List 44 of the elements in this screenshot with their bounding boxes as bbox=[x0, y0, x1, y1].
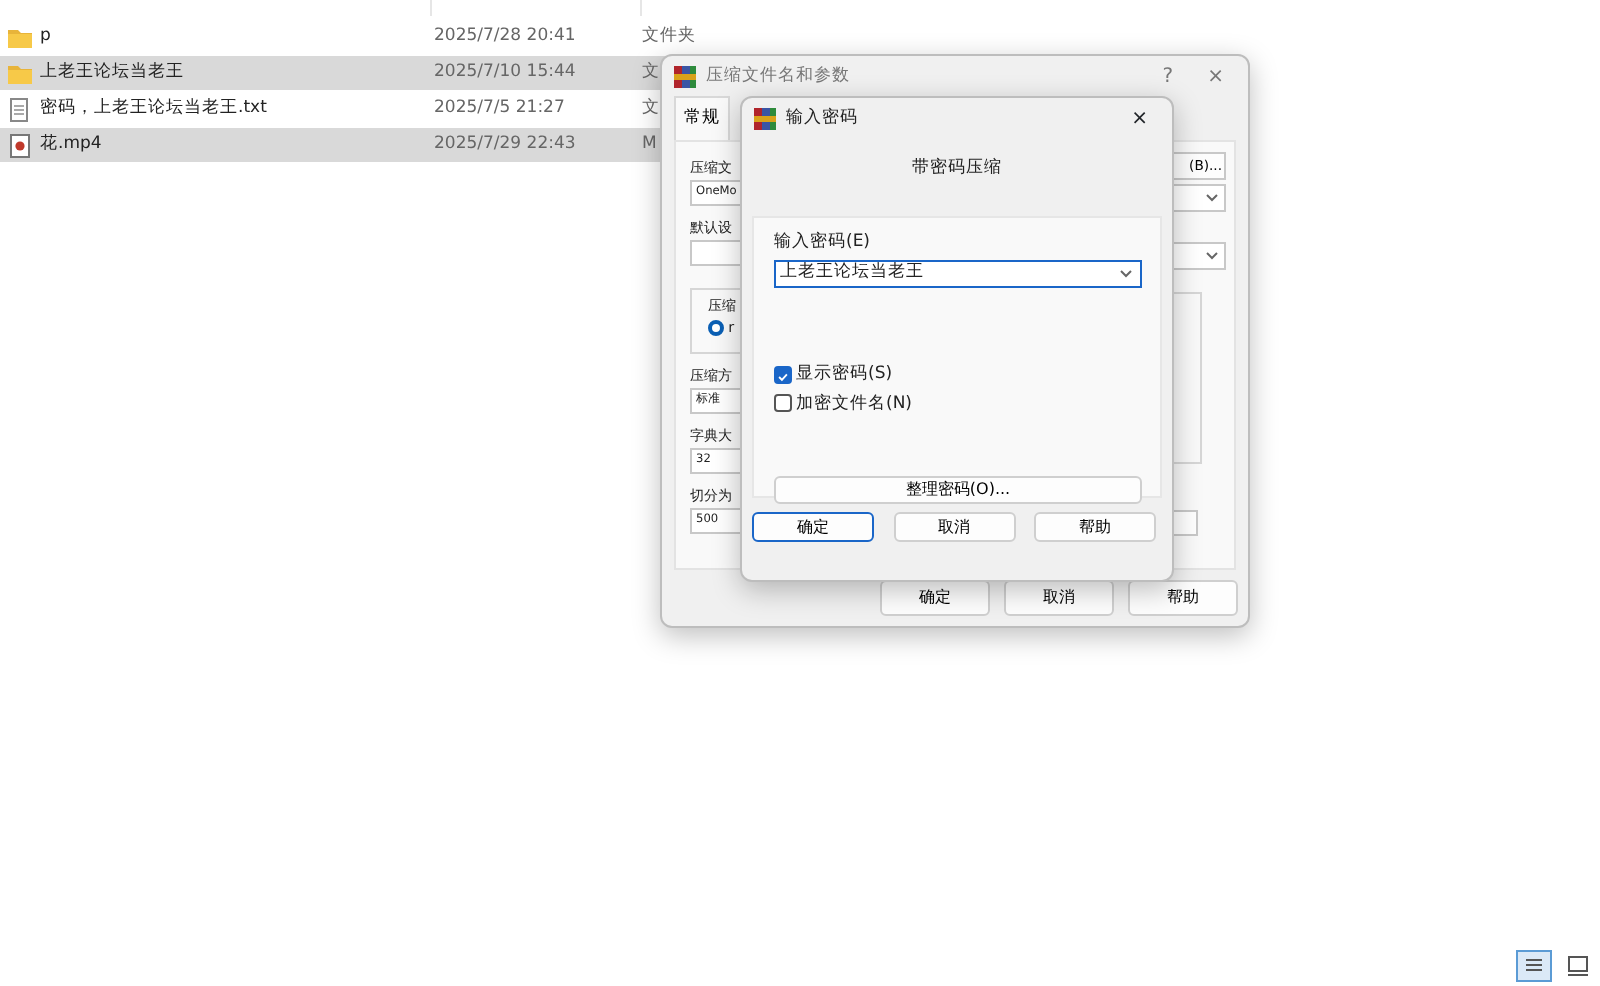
tiles-view-icon bbox=[1566, 954, 1590, 978]
dialog-button[interactable]: 取消 bbox=[893, 512, 1015, 542]
file-date: 2025/7/5 21:27 bbox=[434, 96, 567, 122]
file-name: 花.mp4 bbox=[40, 132, 102, 158]
chevron-icon bbox=[1206, 193, 1218, 202]
file-type: M bbox=[642, 132, 657, 158]
radio-button[interactable] bbox=[708, 319, 724, 336]
manage-passwords-button[interactable]: 整理密码(O)... bbox=[774, 476, 1142, 505]
app-icon bbox=[754, 107, 776, 129]
file-name: 上老王论坛当老王 bbox=[40, 60, 184, 86]
checkbox[interactable] bbox=[774, 394, 792, 413]
checkbox[interactable] bbox=[774, 365, 792, 384]
file-type: 文 bbox=[642, 60, 660, 86]
tab[interactable]: 常规 bbox=[674, 96, 730, 140]
dialog-button[interactable]: 确定 bbox=[752, 512, 874, 542]
dialog-button[interactable]: 帮助 bbox=[1034, 512, 1156, 542]
folder-icon bbox=[8, 61, 32, 85]
help-button[interactable]: ? bbox=[1150, 61, 1186, 91]
close-button[interactable]: × bbox=[1195, 61, 1236, 91]
file-date: 2025/7/28 20:41 bbox=[434, 24, 578, 50]
file-name: p bbox=[40, 24, 51, 50]
checkbox-label: 加密文件名(N) bbox=[796, 391, 912, 417]
chevron-icon bbox=[1206, 251, 1218, 260]
dialog-button[interactable]: 帮助 bbox=[1128, 579, 1238, 616]
password-text: 上老王论坛当老王 bbox=[780, 260, 924, 287]
video-file-icon bbox=[8, 133, 32, 157]
file-row[interactable]: p 2025/7/28 20:41 文件夹 bbox=[0, 20, 1144, 54]
app-icon bbox=[674, 65, 696, 87]
file-date: 2025/7/29 22:43 bbox=[434, 132, 578, 158]
file-name: 密码，上老王论坛当老王.txt bbox=[40, 96, 267, 122]
dialog-heading: 带密码压缩 bbox=[910, 156, 1004, 182]
close-button[interactable]: × bbox=[1119, 103, 1160, 133]
window-title: 压缩文件名和参数 bbox=[706, 63, 850, 89]
document-icon bbox=[8, 97, 32, 121]
file-type: 文 bbox=[642, 96, 660, 122]
file-type: 文件夹 bbox=[642, 24, 696, 50]
chevron-icon bbox=[1120, 269, 1132, 278]
field-label: 输入密码(E) bbox=[774, 230, 873, 256]
checkbox-label: 显示密码(S) bbox=[796, 361, 893, 387]
window-title: 输入密码 bbox=[786, 105, 858, 131]
view-button[interactable] bbox=[1516, 950, 1552, 982]
file-date: 2025/7/10 15:44 bbox=[434, 60, 578, 86]
password-field[interactable]: 上老王论坛当老王 bbox=[774, 259, 1142, 288]
folder-icon bbox=[8, 25, 32, 49]
